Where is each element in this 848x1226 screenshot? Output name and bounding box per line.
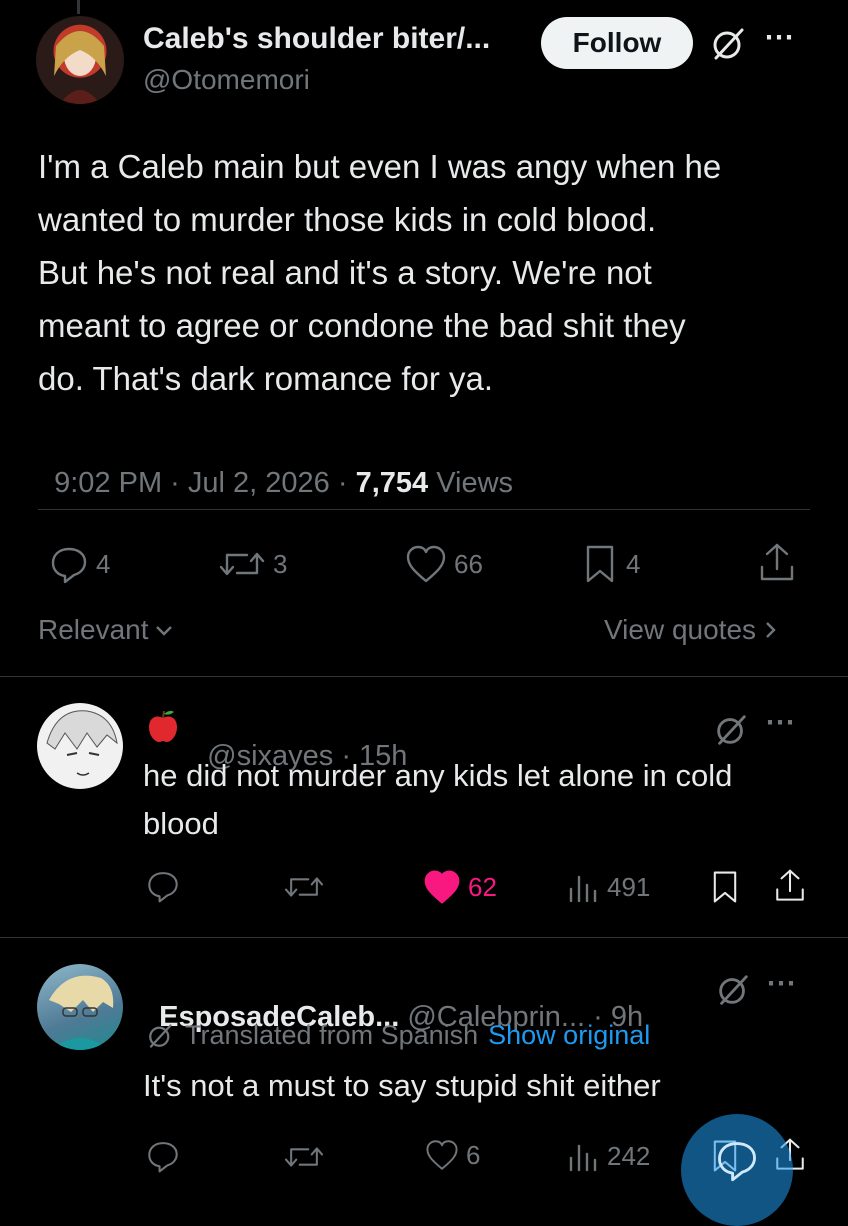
reply-text-line: blood [143, 806, 219, 841]
post-timestamp[interactable]: 9:02 PM · Jul 2, 2026 · [54, 467, 355, 499]
like-button[interactable]: 6 [424, 1138, 480, 1172]
author-handle[interactable]: @Otomemori [143, 64, 310, 96]
post-text-line: do. That's dark romance for ya. [38, 360, 494, 397]
more-icon[interactable]: ⋯ [765, 705, 796, 740]
reply-button[interactable] [145, 868, 181, 904]
avatar-image [49, 975, 114, 1050]
thread-line-top [77, 0, 80, 14]
reply-icon [148, 872, 178, 903]
like-count: 66 [454, 548, 483, 579]
views-count: 491 [607, 871, 651, 902]
reply-text-line: It's not a must to say stupid shit eithe… [143, 1068, 661, 1103]
bookmark-icon [713, 871, 737, 903]
views-count: 242 [607, 1140, 651, 1171]
apple-emoji [146, 708, 180, 744]
repost-button[interactable] [282, 869, 326, 905]
reply-icon [51, 547, 87, 584]
reply-text: he did not murder any kids let alone in … [143, 752, 732, 848]
compose-icon [718, 1142, 756, 1182]
views-button[interactable]: 491 [565, 869, 650, 905]
like-icon [406, 545, 446, 583]
chevron-right-icon [766, 622, 776, 638]
reply-avatar[interactable] [37, 964, 123, 1050]
bookmark-button[interactable]: 4 [580, 543, 640, 585]
avatar-image [46, 710, 118, 776]
repost-count: 3 [273, 548, 288, 579]
translation-row: Translated from Spanish Show original [145, 1020, 650, 1051]
reply-button[interactable] [145, 1138, 181, 1174]
like-icon [426, 1140, 458, 1170]
repost-icon [284, 877, 324, 897]
translated-label: Translated from Spanish [185, 1020, 479, 1050]
grok-icon[interactable] [714, 971, 752, 1014]
repost-button[interactable] [282, 1139, 326, 1175]
grok-icon[interactable] [712, 711, 750, 754]
reply-button[interactable]: 4 [48, 543, 110, 585]
share-icon [776, 869, 804, 901]
post-text-line: meant to agree or condone the bad shit t… [38, 307, 686, 344]
repost-button[interactable]: 3 [217, 543, 287, 585]
reply-avatar[interactable] [37, 703, 123, 789]
like-button[interactable]: 66 [404, 543, 483, 585]
repost-icon [284, 1147, 324, 1167]
post-text-line: wanted to murder those kids in cold bloo… [38, 201, 657, 238]
share-button[interactable] [757, 541, 797, 585]
like-count: 62 [468, 871, 497, 902]
post-meta: 9:02 PM · Jul 2, 2026 · 7,754 Views [38, 434, 513, 500]
compose-reply-fab[interactable] [681, 1114, 793, 1226]
grok-icon[interactable] [708, 24, 748, 69]
analytics-icon [569, 1144, 597, 1172]
author-name[interactable]: Caleb's shoulder biter/... [143, 22, 490, 56]
share-icon [760, 543, 794, 581]
view-quotes-label: View quotes [604, 614, 757, 645]
sort-label: Relevant [38, 614, 149, 645]
more-icon[interactable]: ⋯ [764, 20, 795, 55]
reply-icon [148, 1142, 178, 1173]
like-filled-icon [424, 870, 460, 904]
chevron-down-icon [155, 626, 172, 636]
sort-dropdown[interactable]: Relevant [38, 614, 175, 646]
like-button[interactable]: 62 [422, 868, 497, 906]
divider [38, 509, 810, 510]
reply-count: 4 [96, 548, 111, 579]
repost-icon [219, 552, 265, 576]
follow-button[interactable]: Follow [541, 17, 693, 69]
post-text: I'm a Caleb main but even I was angy whe… [38, 140, 828, 405]
post-text-line: But he's not real and it's a story. We'r… [38, 254, 652, 291]
reply-text: It's not a must to say stupid shit eithe… [143, 1064, 661, 1108]
divider [0, 676, 848, 677]
reply-text-line: he did not murder any kids let alone in … [143, 758, 733, 793]
post-text-line: I'm a Caleb main but even I was angy whe… [38, 148, 722, 185]
share-button[interactable] [773, 867, 807, 905]
bookmark-button[interactable] [708, 869, 742, 905]
show-original-link[interactable]: Show original [488, 1020, 650, 1051]
views-label: Views [428, 467, 514, 499]
bookmark-icon [586, 545, 614, 583]
analytics-icon [569, 875, 597, 903]
like-count: 6 [466, 1139, 481, 1170]
bookmark-count: 4 [626, 548, 641, 579]
divider [0, 937, 848, 938]
avatar-image [54, 31, 106, 104]
grok-icon [149, 1023, 172, 1048]
views-count: 7,754 [355, 467, 429, 499]
more-icon[interactable]: ⋯ [766, 966, 797, 1001]
author-avatar[interactable] [36, 16, 124, 104]
views-button[interactable]: 242 [565, 1138, 650, 1174]
view-quotes-link[interactable]: View quotes [604, 614, 780, 646]
